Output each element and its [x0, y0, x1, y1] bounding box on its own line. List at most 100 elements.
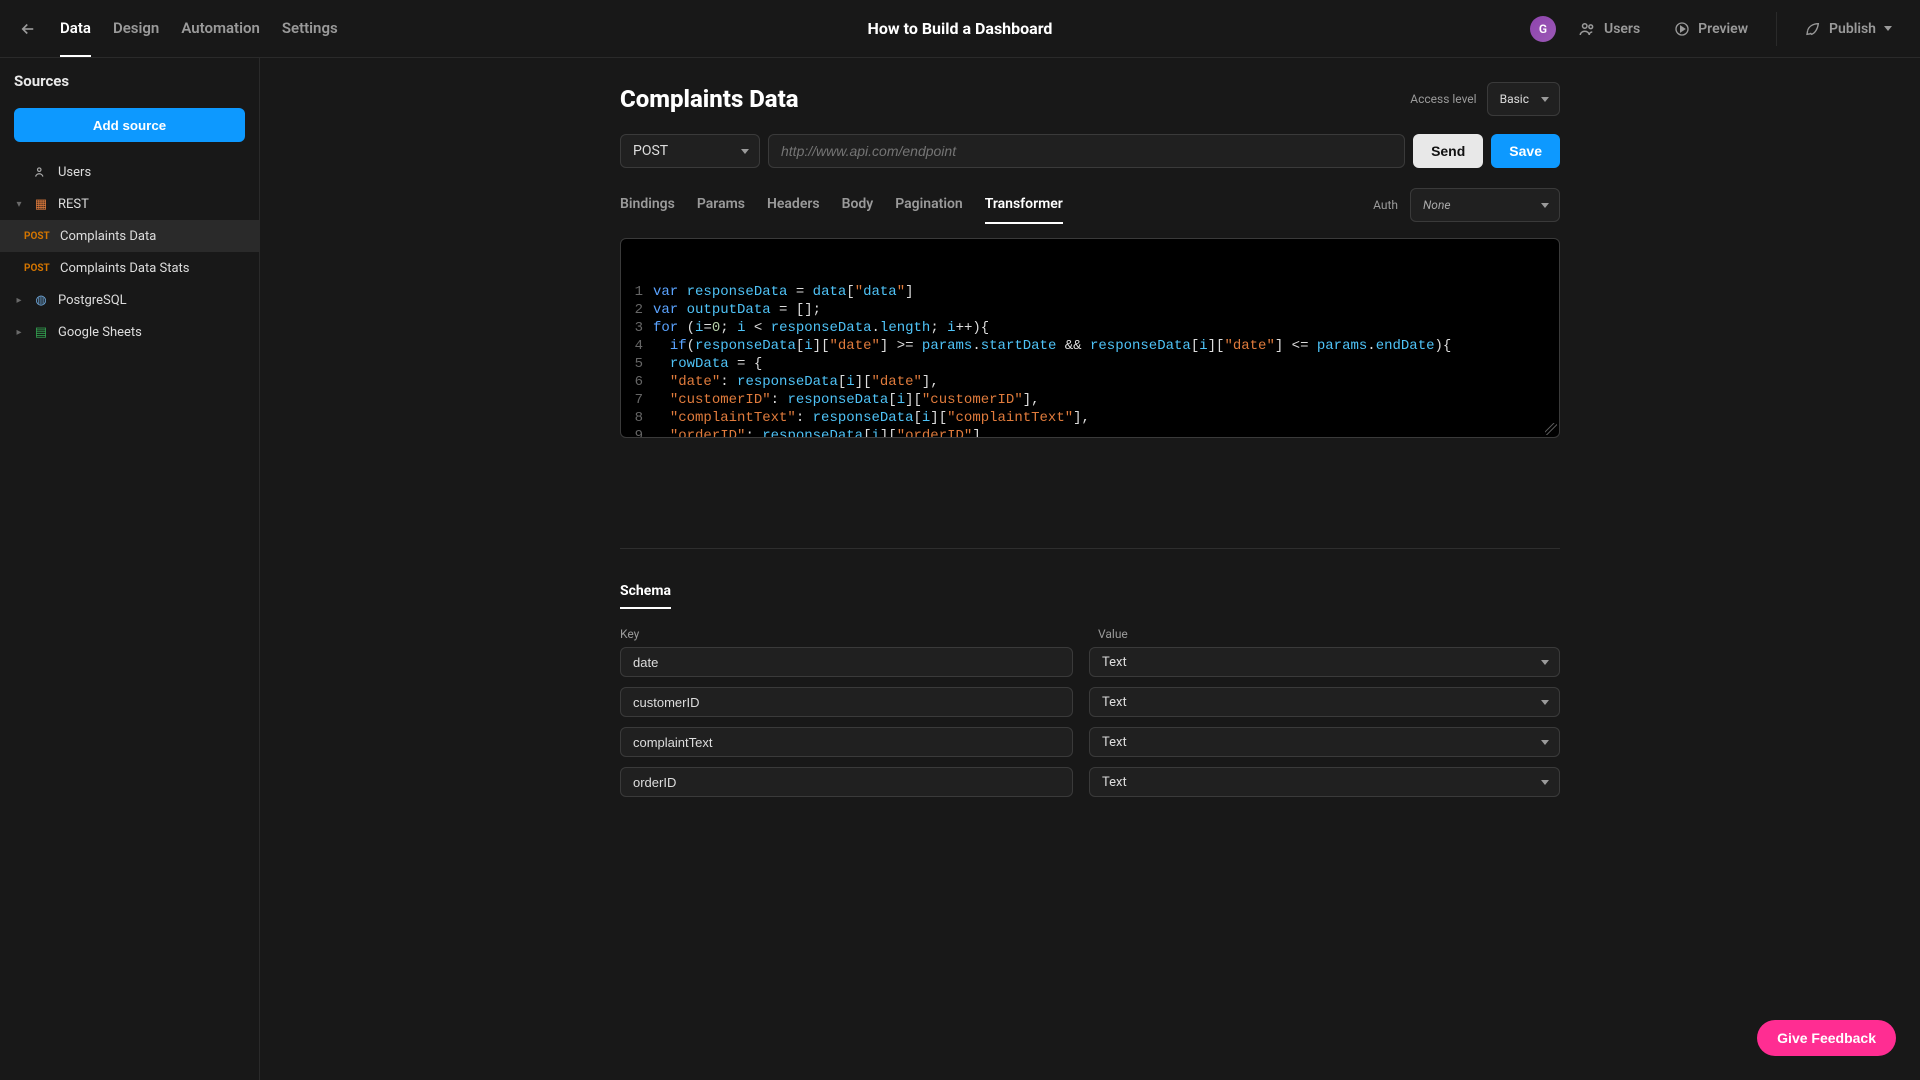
schema-value-select[interactable]: Text	[1089, 687, 1560, 717]
schema-tab[interactable]: Schema	[620, 575, 671, 609]
postgres-icon: ◍	[32, 291, 50, 309]
chevron-down-icon	[1541, 740, 1549, 745]
sidebar-item-google-sheets[interactable]: ▸ ▤ Google Sheets	[0, 316, 259, 348]
users-button[interactable]: Users	[1566, 12, 1652, 46]
schema-row: Text	[620, 647, 1560, 677]
chevron-down-icon	[1541, 780, 1549, 785]
schema-value: Text	[1102, 655, 1127, 670]
chevron-down-icon	[1884, 26, 1892, 31]
tab-data[interactable]: Data	[60, 0, 91, 57]
schema-tabs: Schema	[620, 575, 1560, 609]
request-subtabs: Bindings Params Headers Body Pagination …	[620, 186, 1063, 224]
chevron-down-icon	[1541, 660, 1549, 665]
method-badge: POST	[24, 231, 52, 242]
access-select-value: Basic	[1500, 92, 1529, 106]
subtab-pagination[interactable]: Pagination	[895, 186, 962, 224]
code-line: 4 if(responseData[i]["date"] >= params.s…	[627, 337, 1549, 355]
code-line: 2var outputData = [];	[627, 301, 1549, 319]
source-tree: Users ▾ ▦ REST POST Complaints Data POST…	[0, 156, 259, 348]
add-source-button[interactable]: Add source	[14, 108, 245, 142]
sidebar: Sources Add source Users ▾ ▦ REST POST C…	[0, 58, 260, 1080]
chevron-down-icon	[741, 149, 749, 154]
chevron-down-icon	[1541, 700, 1549, 705]
avatar[interactable]: G	[1530, 16, 1556, 42]
page-title: How to Build a Dashboard	[868, 19, 1053, 38]
give-feedback-button[interactable]: Give Feedback	[1757, 1020, 1896, 1056]
top-right: G Users Preview Publish	[1530, 12, 1904, 46]
schema-value: Text	[1102, 695, 1127, 710]
subtab-params[interactable]: Params	[697, 186, 745, 224]
sidebar-item-label: PostgreSQL	[58, 293, 127, 308]
subtab-bindings[interactable]: Bindings	[620, 186, 675, 224]
sidebar-item-postgresql[interactable]: ▸ ◍ PostgreSQL	[0, 284, 259, 316]
tab-automation[interactable]: Automation	[181, 0, 260, 57]
schema-value-header: Value	[1098, 627, 1560, 641]
sidebar-heading: Sources	[0, 58, 259, 100]
code-line: 3for (i=0; i < responseData.length; i++)…	[627, 319, 1549, 337]
publish-label: Publish	[1829, 21, 1876, 37]
preview-label: Preview	[1698, 21, 1748, 37]
schema-row: Text	[620, 767, 1560, 797]
divider	[1776, 12, 1777, 46]
chevron-right-icon: ▸	[14, 327, 24, 338]
divider	[620, 548, 1560, 549]
preview-button[interactable]: Preview	[1662, 12, 1760, 46]
schema-key-input[interactable]	[620, 687, 1073, 717]
schema-value-select[interactable]: Text	[1089, 647, 1560, 677]
subtab-transformer[interactable]: Transformer	[985, 186, 1063, 224]
schema-key-header: Key	[620, 627, 1082, 641]
resize-handle[interactable]	[1545, 423, 1557, 435]
sidebar-item-label: Users	[58, 165, 91, 180]
method-value: POST	[633, 143, 668, 159]
sidebar-item-users[interactable]: Users	[0, 156, 259, 188]
code-line: 9 "orderID": responseData[i]["orderID"],	[627, 427, 1549, 438]
chevron-right-icon: ▸	[14, 295, 24, 306]
request-row: POST Send Save	[620, 134, 1560, 168]
back-button[interactable]	[16, 17, 40, 41]
auth-value: None	[1423, 198, 1451, 212]
schema-key-input[interactable]	[620, 727, 1073, 757]
users-icon	[1578, 20, 1596, 38]
schema-rows: Text Text Text Text	[620, 647, 1560, 797]
schema-row: Text	[620, 727, 1560, 757]
sidebar-item-label: REST	[58, 197, 89, 212]
sidebar-item-rest[interactable]: ▾ ▦ REST	[0, 188, 259, 220]
publish-icon	[1805, 21, 1821, 37]
sidebar-item-label: Complaints Data Stats	[60, 261, 190, 276]
sheets-icon: ▤	[32, 323, 50, 341]
send-button[interactable]: Send	[1413, 134, 1483, 168]
content-area: Complaints Data Access level Basic POST …	[260, 58, 1920, 1080]
schema-value: Text	[1102, 735, 1127, 750]
auth-select[interactable]: None	[1410, 188, 1560, 222]
schema-value: Text	[1102, 775, 1127, 790]
tab-design[interactable]: Design	[113, 0, 159, 57]
transformer-code-editor[interactable]: 1var responseData = data["data"]2var out…	[620, 238, 1560, 438]
auth-label: Auth	[1373, 198, 1398, 212]
schema-value-select[interactable]: Text	[1089, 767, 1560, 797]
method-select[interactable]: POST	[620, 134, 760, 168]
tab-settings[interactable]: Settings	[282, 0, 338, 57]
chevron-down-icon	[1541, 203, 1549, 208]
code-line: 7 "customerID": responseData[i]["custome…	[627, 391, 1549, 409]
top-bar: Data Design Automation Settings How to B…	[0, 0, 1920, 58]
users-label: Users	[1604, 21, 1640, 37]
subtab-body[interactable]: Body	[842, 186, 874, 224]
sidebar-item-complaints-data-stats[interactable]: POST Complaints Data Stats	[0, 252, 259, 284]
auth-row: Auth None	[1373, 188, 1560, 222]
save-button[interactable]: Save	[1491, 134, 1560, 168]
rest-icon: ▦	[32, 195, 50, 213]
sidebar-item-complaints-data[interactable]: POST Complaints Data	[0, 220, 259, 252]
access-level-select[interactable]: Basic	[1487, 82, 1560, 116]
code-line: 1var responseData = data["data"]	[627, 283, 1549, 301]
schema-value-select[interactable]: Text	[1089, 727, 1560, 757]
method-badge: POST	[24, 263, 52, 274]
chevron-down-icon: ▾	[14, 199, 24, 210]
subtab-headers[interactable]: Headers	[767, 186, 820, 224]
publish-button[interactable]: Publish	[1793, 12, 1904, 46]
code-line: 5 rowData = {	[627, 355, 1549, 373]
panel-title: Complaints Data	[620, 85, 799, 113]
url-input[interactable]	[768, 134, 1405, 168]
schema-key-input[interactable]	[620, 647, 1073, 677]
schema-key-input[interactable]	[620, 767, 1073, 797]
sidebar-item-label: Google Sheets	[58, 325, 142, 340]
